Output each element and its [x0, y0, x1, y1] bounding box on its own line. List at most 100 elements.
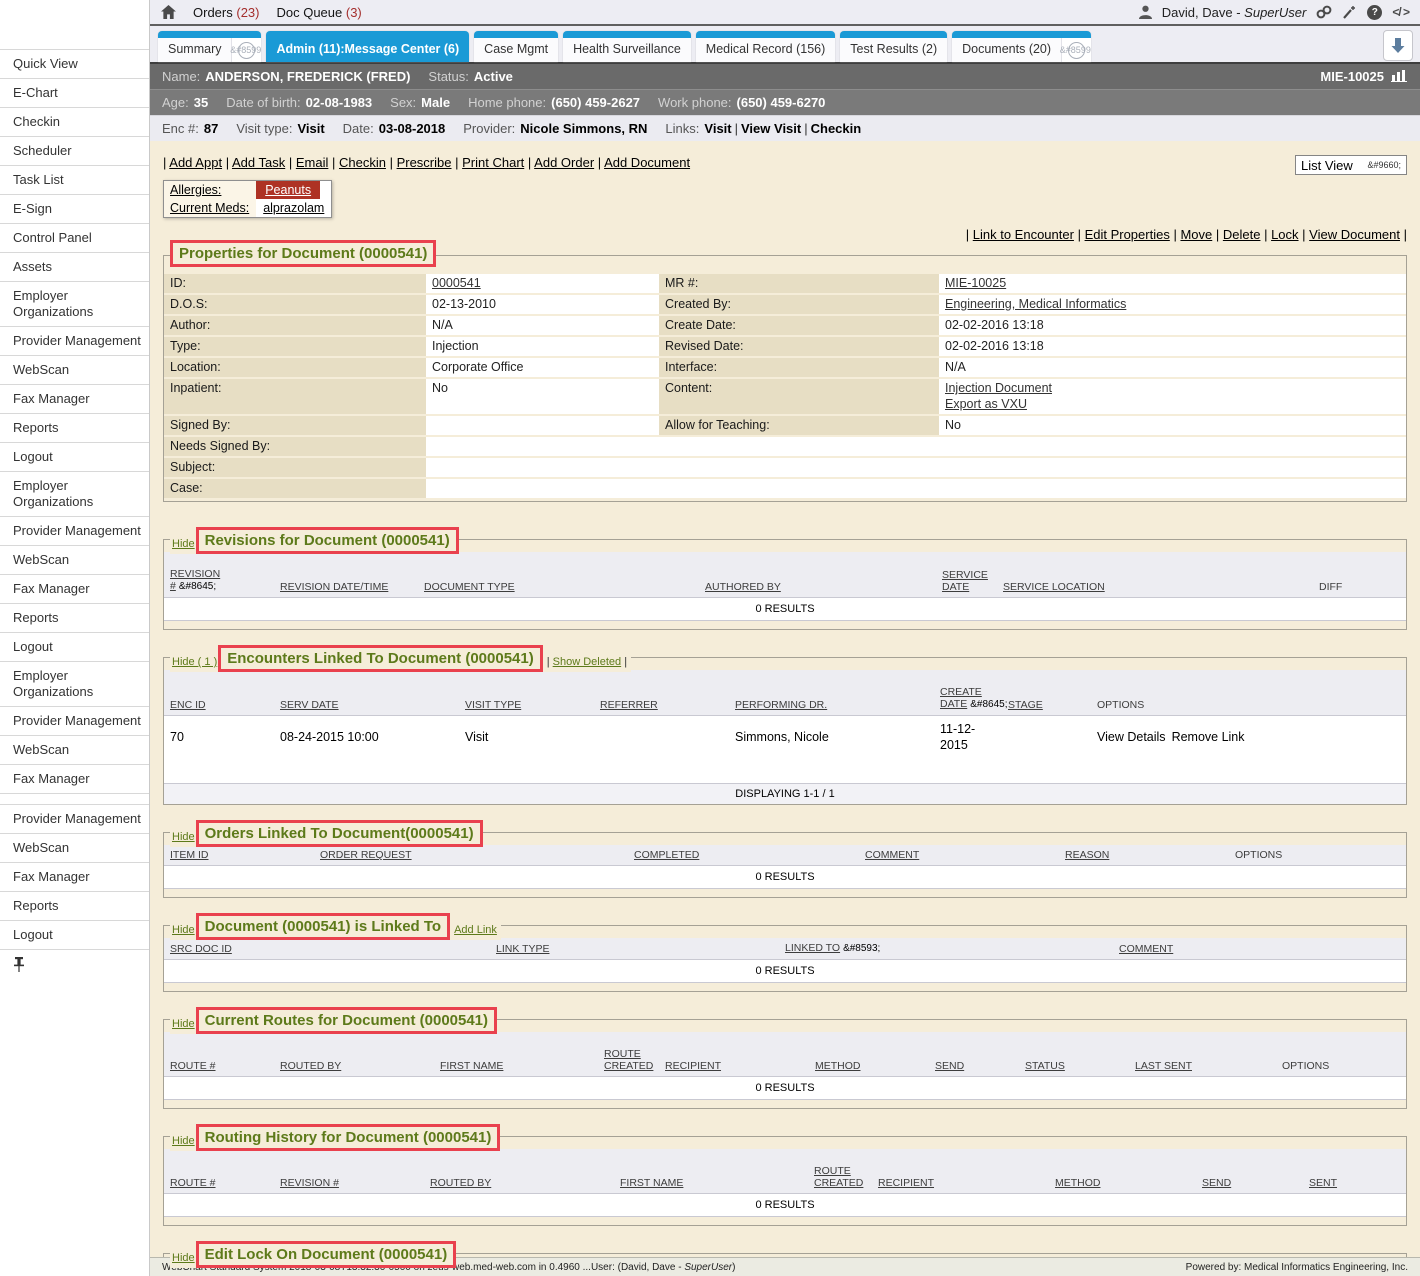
sort-icon[interactable]: &#8645; [179, 581, 216, 592]
sidebar-item-assets[interactable]: Assets [0, 252, 149, 281]
allergies-label: Allergies: [164, 181, 256, 199]
tab-documents[interactable]: Documents (20) &#8599; [952, 31, 1091, 62]
sidebar-item-checkin[interactable]: Checkin [0, 107, 149, 136]
checkin-action-link[interactable]: Checkin [332, 155, 386, 170]
chart-stats-icon[interactable] [1391, 69, 1408, 85]
doc-queue-link[interactable]: Doc Queue (3) [276, 5, 361, 20]
med-alprazolam[interactable]: alprazolam [256, 199, 331, 217]
export-as-vxu-link[interactable]: Export as VXU [945, 397, 1027, 411]
sidebar-item-logout-2[interactable]: Logout [0, 632, 149, 661]
allow-teaching-value: No [939, 415, 1406, 436]
remove-link-link[interactable]: Remove Link [1172, 730, 1245, 744]
view-mode-select[interactable]: List View &#9660; [1295, 155, 1407, 175]
allergies-link[interactable]: Allergies: [170, 183, 221, 197]
visit-link[interactable]: Visit [704, 121, 731, 136]
footer-powered-by: Powered by: Medical Informatics Engineer… [1186, 1262, 1408, 1273]
main-area: Orders (23) Doc Queue (3) David, Dave - … [150, 0, 1420, 1276]
tab-test-results[interactable]: Test Results (2) [840, 31, 947, 62]
patient-age: 35 [194, 95, 208, 110]
sidebar-item-webscan-3[interactable]: WebScan [0, 735, 149, 764]
sidebar-item-employer-organizations[interactable]: Employer Organizations [0, 281, 149, 326]
patient-status: Active [474, 69, 513, 84]
sidebar-pin-toggle[interactable] [0, 949, 149, 984]
sidebar-item-employer-organizations-3[interactable]: Employer Organizations [0, 661, 149, 706]
orders-link[interactable]: Orders (23) [193, 5, 259, 20]
sidebar-item-fax-manager-4[interactable]: Fax Manager [0, 862, 149, 891]
view-visit-link[interactable]: View Visit [741, 121, 801, 136]
sidebar-item-webscan-4[interactable]: WebScan [0, 833, 149, 862]
sidebar-item-provider-management-3[interactable]: Provider Management [0, 706, 149, 735]
sidebar-item-reports-3[interactable]: Reports [0, 891, 149, 920]
sidebar-item-logout-3[interactable]: Logout [0, 920, 149, 949]
sidebar-item-scheduler[interactable]: Scheduler [0, 136, 149, 165]
sidebar-item-reports[interactable]: Reports [0, 413, 149, 442]
edit-properties-link[interactable]: Edit Properties [1078, 227, 1170, 242]
help-icon[interactable]: ? [1367, 5, 1382, 20]
sidebar-item-fax-manager-3[interactable]: Fax Manager [0, 764, 149, 793]
hide-routes-link[interactable]: Hide [170, 1018, 196, 1034]
show-deleted-link[interactable]: Show Deleted [553, 656, 622, 668]
add-document-link[interactable]: Add Document [598, 155, 690, 170]
email-link[interactable]: Email [289, 155, 329, 170]
sort-icon[interactable]: &#8593; [843, 943, 880, 954]
tab-medical-record[interactable]: Medical Record (156) [696, 31, 836, 62]
injection-document-link[interactable]: Injection Document [945, 381, 1052, 395]
sidebar-item-provider-management-2[interactable]: Provider Management [0, 516, 149, 545]
code-icon[interactable]: </ > [1392, 5, 1409, 19]
add-appt-link[interactable]: Add Appt [163, 155, 222, 170]
sidebar-item-task-list[interactable]: Task List [0, 165, 149, 194]
add-order-link[interactable]: Add Order [528, 155, 594, 170]
link-to-encounter-link[interactable]: Link to Encounter [966, 227, 1074, 242]
tab-admin-message-center[interactable]: Admin (11):Message Center (6) [266, 31, 469, 62]
open-summary-new-window-icon[interactable]: &#8599; [231, 38, 261, 62]
sidebar-item-provider-management[interactable]: Provider Management [0, 326, 149, 355]
serv-date-cell: 08-24-2015 10:00 [274, 716, 459, 784]
home-icon[interactable] [161, 5, 176, 19]
hide-edit-lock-link[interactable]: Hide [170, 1252, 196, 1268]
wand-icon[interactable] [1342, 5, 1357, 19]
hide-linked-to-link[interactable]: Hide [170, 924, 196, 940]
sidebar-item-employer-organizations-2[interactable]: Employer Organizations [0, 471, 149, 516]
created-by-link[interactable]: Engineering, Medical Informatics [945, 297, 1126, 311]
move-link[interactable]: Move [1173, 227, 1212, 242]
hide-orders-link[interactable]: Hide [170, 831, 196, 847]
sidebar-item-fax-manager[interactable]: Fax Manager [0, 384, 149, 413]
sort-icon[interactable]: &#8645; [970, 699, 1007, 710]
tab-health-surveillance[interactable]: Health Surveillance [563, 31, 691, 62]
sidebar-item-webscan[interactable]: WebScan [0, 355, 149, 384]
download-button[interactable] [1383, 30, 1413, 61]
sidebar-item-control-panel[interactable]: Control Panel [0, 223, 149, 252]
allergy-peanuts[interactable]: Peanuts [256, 181, 320, 199]
sidebar-item-quick-view[interactable]: Quick View [0, 49, 149, 78]
sidebar-item-webscan-2[interactable]: WebScan [0, 545, 149, 574]
checkin-link[interactable]: Checkin [811, 121, 862, 136]
tab-summary[interactable]: Summary &#8599; [158, 31, 261, 62]
sidebar-item-e-sign[interactable]: E-Sign [0, 194, 149, 223]
current-meds-link[interactable]: Current Meds: [170, 201, 249, 215]
encounters-table: ENC ID SERV DATE VISIT TYPE REFERRER PER… [164, 670, 1406, 804]
tab-case-mgmt[interactable]: Case Mgmt [474, 31, 558, 62]
sidebar-item-reports-2[interactable]: Reports [0, 603, 149, 632]
hide-encounters-link[interactable]: Hide ( 1 ) [170, 656, 218, 672]
hide-revisions-link[interactable]: Hide [170, 538, 196, 554]
open-documents-new-window-icon[interactable]: &#8599; [1061, 38, 1091, 62]
lock-link[interactable]: Lock [1264, 227, 1298, 242]
document-id-link[interactable]: 0000541 [432, 276, 481, 290]
sidebar-item-logout[interactable]: Logout [0, 442, 149, 471]
view-document-link[interactable]: View Document [1302, 227, 1400, 242]
sidebar-item-e-chart[interactable]: E-Chart [0, 78, 149, 107]
prescribe-link[interactable]: Prescribe [390, 155, 452, 170]
add-link-link[interactable]: Add Link [454, 924, 497, 936]
mr-number-link[interactable]: MIE-10025 [945, 276, 1006, 290]
enc-id-cell: 70 [164, 716, 274, 784]
link-icon[interactable] [1316, 5, 1332, 19]
view-details-link[interactable]: View Details [1097, 730, 1166, 744]
sidebar-item-provider-management-4[interactable]: Provider Management [0, 804, 149, 833]
current-user[interactable]: David, Dave - SuperUser [1162, 5, 1307, 20]
add-task-link[interactable]: Add Task [226, 155, 286, 170]
hide-routing-history-link[interactable]: Hide [170, 1135, 196, 1151]
table-row: Author: N/A Create Date: 02-02-2016 13:1… [164, 315, 1406, 336]
sidebar-item-fax-manager-2[interactable]: Fax Manager [0, 574, 149, 603]
delete-link[interactable]: Delete [1216, 227, 1261, 242]
print-chart-link[interactable]: Print Chart [455, 155, 524, 170]
